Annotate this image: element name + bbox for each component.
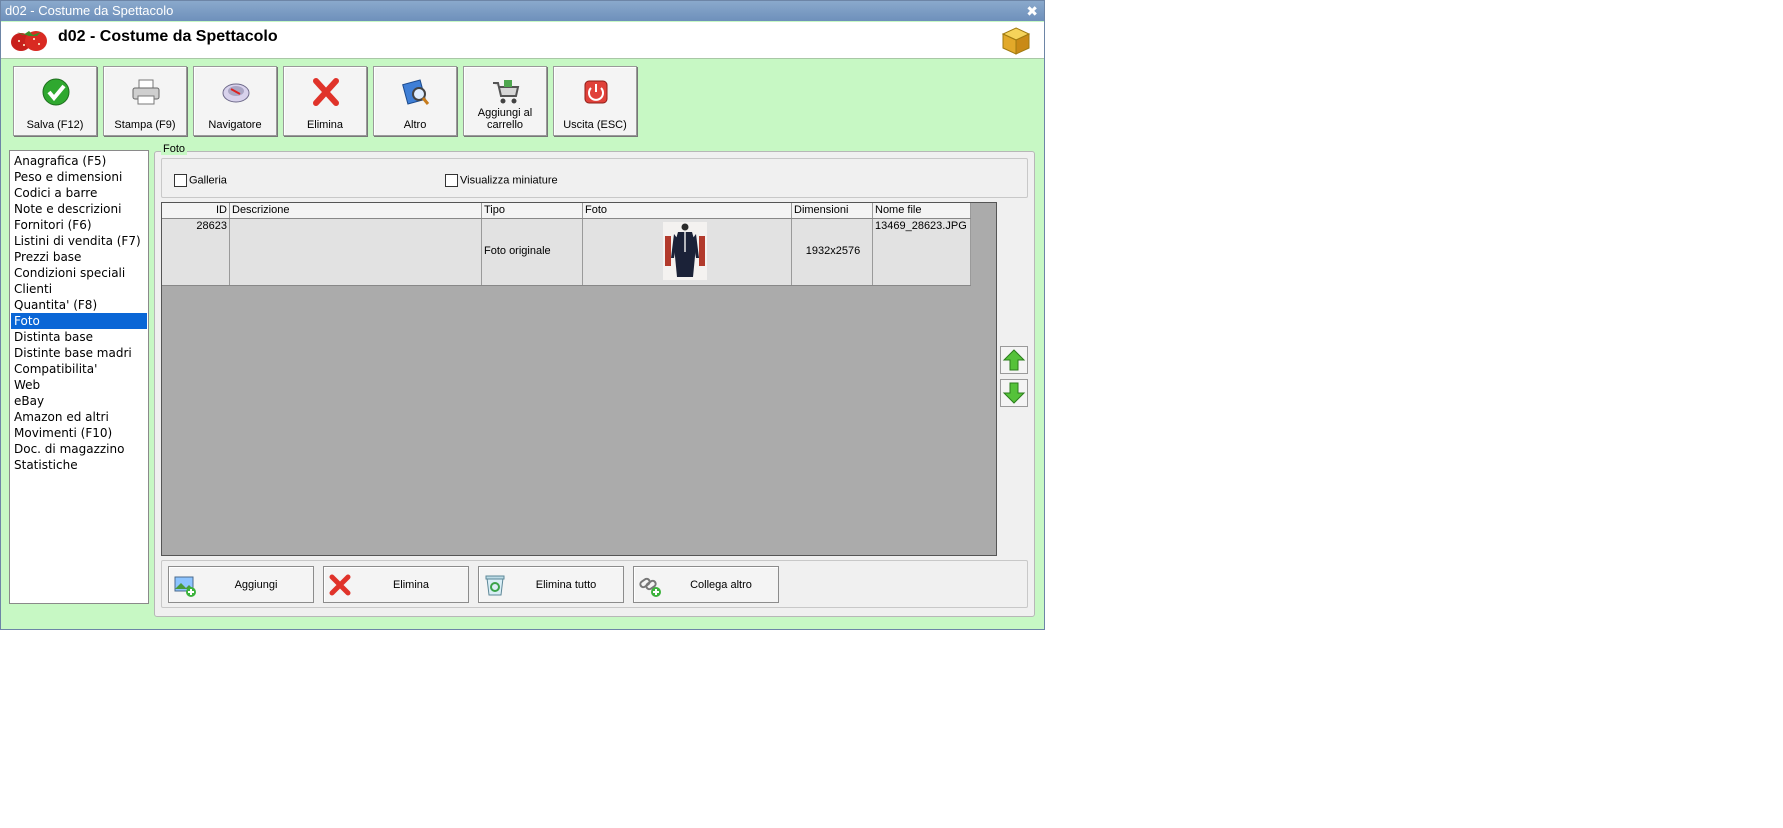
strawberry-logo-icon: [11, 31, 47, 51]
move-down-button[interactable]: [1000, 379, 1028, 407]
sidebar-item-listini-vendita[interactable]: Listini di vendita (F7): [11, 233, 147, 249]
sidebar-item-clienti[interactable]: Clienti: [11, 281, 147, 297]
header: d02 - Costume da Spettacolo: [1, 22, 1044, 59]
navigator-label: Navigatore: [208, 119, 262, 131]
sidebar-item-distinta-base[interactable]: Distinta base: [11, 329, 147, 345]
navigator-icon: [222, 83, 250, 103]
sidebar-item-quantita[interactable]: Quantita' (F8): [11, 297, 147, 313]
sidebar-item-movimenti[interactable]: Movimenti (F10): [11, 425, 147, 441]
add-photo-button[interactable]: Aggiungi: [168, 566, 314, 603]
cell-tipo: Foto originale: [482, 219, 583, 285]
sidebar-item-compatibilita[interactable]: Compatibilita': [11, 361, 147, 377]
delete-button[interactable]: Elimina: [283, 66, 367, 136]
delete-all-button[interactable]: Elimina tutto: [478, 566, 624, 603]
move-up-button[interactable]: [1000, 346, 1028, 374]
sidebar-item-ebay[interactable]: eBay: [11, 393, 147, 409]
sidebar-nav: Anagrafica (F5) Peso e dimensioni Codici…: [9, 150, 149, 604]
sidebar-item-anagrafica[interactable]: Anagrafica (F5): [11, 153, 147, 169]
sidebar-item-statistiche[interactable]: Statistiche: [11, 457, 147, 473]
print-button[interactable]: Stampa (F9): [103, 66, 187, 136]
more-button[interactable]: Altro: [373, 66, 457, 136]
save-button[interactable]: Salva (F12): [13, 66, 97, 136]
sidebar-item-note-descrizioni[interactable]: Note e descrizioni: [11, 201, 147, 217]
col-header-nome-file[interactable]: Nome file: [873, 203, 971, 218]
sidebar-item-codici-barre[interactable]: Codici a barre: [11, 185, 147, 201]
cell-dimensioni: 1932x2576: [792, 219, 873, 285]
add-to-cart-button[interactable]: Aggiungi al carrello: [463, 66, 547, 136]
add-image-icon: [174, 576, 196, 597]
col-header-dimensioni[interactable]: Dimensioni: [792, 203, 873, 218]
table-row[interactable]: 28623 Foto originale 1932x2576 13469_286…: [162, 219, 971, 286]
sidebar-item-condizioni-speciali[interactable]: Condizioni speciali: [11, 265, 147, 281]
sidebar-item-foto[interactable]: Foto: [11, 313, 147, 329]
delete-x-icon: [313, 78, 339, 106]
foto-table[interactable]: ID Descrizione Tipo Foto Dimensioni Nome…: [161, 202, 997, 556]
galleria-label: Galleria: [189, 174, 227, 187]
link-other-button[interactable]: Collega altro: [633, 566, 779, 603]
link-chain-icon: [639, 577, 661, 597]
miniature-checkbox[interactable]: Visualizza miniature: [445, 174, 558, 188]
foto-actions: Aggiungi Elimina Elimina tutto Collega a…: [161, 560, 1028, 608]
cell-nome-file: 13469_28623.JPG: [873, 219, 971, 285]
delete-label: Elimina: [306, 119, 344, 131]
sidebar-item-prezzi-base[interactable]: Prezzi base: [11, 249, 147, 265]
printer-icon: [132, 79, 160, 105]
exit-label: Uscita (ESC): [563, 119, 627, 131]
foto-group-label: Foto: [161, 143, 188, 155]
delete-photo-button[interactable]: Elimina: [323, 566, 469, 603]
link-other-label: Collega altro: [690, 579, 752, 591]
sidebar-item-fornitori[interactable]: Fornitori (F6): [11, 217, 147, 233]
cell-descrizione: [230, 219, 482, 285]
cell-id-text: 28623: [196, 220, 227, 232]
galleria-checkbox[interactable]: Galleria: [174, 174, 227, 188]
delete-x-icon: [329, 574, 351, 596]
window-title: d02 - Costume da Spettacolo: [5, 3, 174, 18]
sidebar-item-distinte-madri[interactable]: Distinte base madri: [11, 345, 147, 361]
delete-photo-label: Elimina: [392, 579, 430, 591]
sidebar-item-peso-dimensioni[interactable]: Peso e dimensioni: [11, 169, 147, 185]
miniature-checkbox-box[interactable]: [445, 174, 458, 187]
navigator-button[interactable]: Navigatore: [193, 66, 277, 136]
cell-id: 28623: [162, 219, 230, 285]
page-title: d02 - Costume da Spettacolo: [58, 28, 278, 45]
add-to-cart-label: Aggiungi al carrello: [477, 107, 533, 131]
search-doc-icon: [402, 79, 430, 105]
sidebar-item-web[interactable]: Web: [11, 377, 147, 393]
close-icon[interactable]: ✖: [1026, 1, 1038, 21]
table-header: ID Descrizione Tipo Foto Dimensioni Nome…: [162, 203, 971, 219]
check-icon: [42, 78, 70, 106]
col-header-id[interactable]: ID: [162, 203, 230, 218]
sidebar-item-doc-magazzino[interactable]: Doc. di magazzino: [11, 441, 147, 457]
cube-icon: [1001, 27, 1031, 55]
sidebar-item-amazon[interactable]: Amazon ed altri: [11, 409, 147, 425]
exit-power-icon: [584, 80, 608, 104]
foto-options: Galleria Visualizza miniature: [161, 158, 1028, 198]
main-window: d02 - Costume da Spettacolo ✖ d02 - Cost…: [0, 0, 1045, 630]
recycle-bin-icon: [485, 575, 505, 596]
col-header-foto[interactable]: Foto: [583, 203, 792, 218]
costume-photo-thumbnail[interactable]: [663, 222, 707, 280]
miniature-label: Visualizza miniature: [460, 174, 558, 187]
col-header-tipo[interactable]: Tipo: [482, 203, 583, 218]
arrow-down-icon: [1002, 382, 1026, 404]
cell-foto: [583, 219, 792, 285]
cart-icon: [493, 80, 520, 104]
galleria-checkbox-box[interactable]: [174, 174, 187, 187]
add-photo-label: Aggiungi: [234, 579, 278, 591]
save-label: Salva (F12): [26, 119, 84, 131]
exit-button[interactable]: Uscita (ESC): [553, 66, 637, 136]
title-bar: d02 - Costume da Spettacolo ✖: [1, 1, 1044, 21]
delete-all-label: Elimina tutto: [535, 579, 597, 591]
print-label: Stampa (F9): [114, 119, 176, 131]
more-label: Altro: [403, 119, 427, 131]
col-header-descrizione[interactable]: Descrizione: [230, 203, 482, 218]
arrow-up-icon: [1002, 349, 1026, 371]
